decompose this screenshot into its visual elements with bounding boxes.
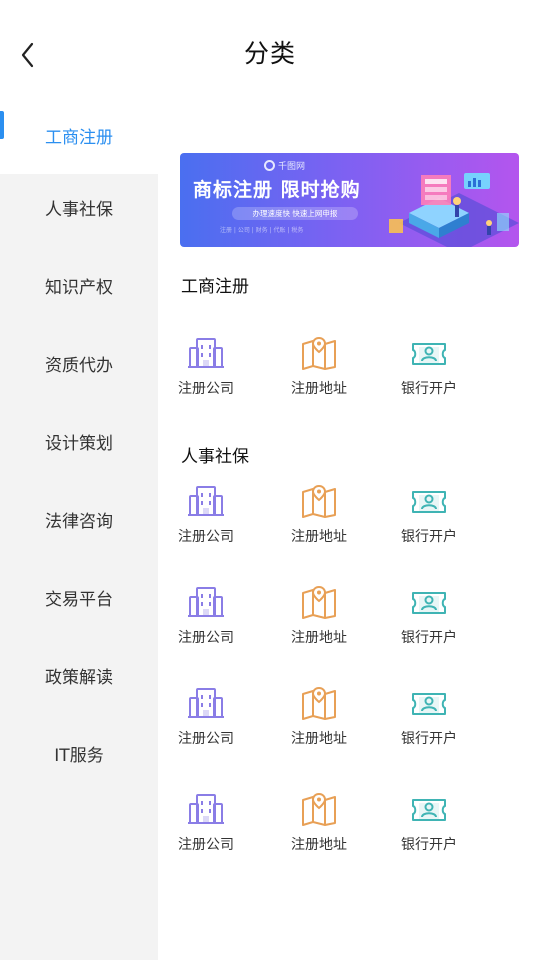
sidebar-item-it-services[interactable]: IT服务 xyxy=(0,714,158,792)
building-icon xyxy=(188,486,224,516)
sidebar-item-trading-platform[interactable]: 交易平台 xyxy=(0,558,158,636)
banner-title: 商标注册 限时抢购 xyxy=(193,179,361,201)
service-item-label: 注册公司 xyxy=(178,630,234,646)
sidebar-item-label: 法律咨询 xyxy=(45,511,113,532)
service-item-company[interactable]: 注册公司 xyxy=(170,686,242,758)
bank-card-icon xyxy=(412,592,446,614)
service-item-label: 注册地址 xyxy=(291,630,347,646)
service-item-address[interactable]: 注册地址 xyxy=(283,484,355,556)
sidebar-item-business-registration[interactable]: 工商注册 xyxy=(0,96,158,174)
sidebar-item-design-planning[interactable]: 设计策划 xyxy=(0,402,158,480)
page-title: 分类 xyxy=(243,39,296,68)
banner-logo: 千图网 xyxy=(264,159,305,172)
service-item-label: 注册公司 xyxy=(178,731,234,747)
service-item-address[interactable]: 注册地址 xyxy=(283,336,355,408)
active-indicator xyxy=(0,111,4,139)
map-pin-icon xyxy=(302,686,336,720)
building-icon xyxy=(188,688,224,718)
sidebar-item-label: 政策解读 xyxy=(45,667,113,688)
banner-subtitle: 办理速度快 快速上网申报 xyxy=(232,207,358,220)
service-item-label: 银行开户 xyxy=(401,630,457,646)
sidebar-item-label: 工商注册 xyxy=(45,127,113,148)
building-icon xyxy=(188,794,224,824)
map-pin-icon xyxy=(302,336,336,370)
service-item-address[interactable]: 注册地址 xyxy=(283,585,355,657)
section-title-business-registration: 工商注册 xyxy=(181,277,249,297)
service-item-address[interactable]: 注册地址 xyxy=(283,792,355,864)
map-pin-icon xyxy=(302,585,336,619)
service-item-label: 注册公司 xyxy=(178,529,234,545)
sidebar-item-qualification-agency[interactable]: 资质代办 xyxy=(0,324,158,402)
sidebar-item-label: IT服务 xyxy=(54,745,104,766)
banner-tags: 注册 | 公司 | 财务 | 代账 | 税务 xyxy=(220,227,304,234)
service-item-company[interactable]: 注册公司 xyxy=(170,484,242,556)
header-bar: 分类 xyxy=(0,0,540,104)
logo-icon xyxy=(264,160,275,171)
banner-logo-text: 千图网 xyxy=(278,162,306,172)
service-item-label: 注册地址 xyxy=(291,837,347,853)
service-item-company[interactable]: 注册公司 xyxy=(170,336,242,408)
service-item-label: 注册地址 xyxy=(291,381,347,397)
building-icon xyxy=(188,338,224,368)
bank-card-icon xyxy=(412,693,446,715)
sidebar-item-label: 知识产权 xyxy=(45,277,113,298)
bank-card-icon xyxy=(412,799,446,821)
sidebar-item-label: 人事社保 xyxy=(45,199,113,220)
sidebar-item-legal-consulting[interactable]: 法律咨询 xyxy=(0,480,158,558)
sidebar-item-label: 交易平台 xyxy=(45,589,113,610)
bank-card-icon xyxy=(412,343,446,365)
service-item-label: 银行开户 xyxy=(401,731,457,747)
service-item-bank[interactable]: 银行开户 xyxy=(393,484,465,556)
service-item-company[interactable]: 注册公司 xyxy=(170,585,242,657)
service-item-bank[interactable]: 银行开户 xyxy=(393,585,465,657)
sidebar-item-label: 资质代办 xyxy=(45,355,113,376)
promo-banner[interactable]: 千图网 商标注册 限时抢购 办理速度快 快速上网申报 注册 | 公司 | 财务 … xyxy=(180,153,519,247)
map-pin-icon xyxy=(302,484,336,518)
service-item-address[interactable]: 注册地址 xyxy=(283,686,355,758)
service-item-label: 注册地址 xyxy=(291,529,347,545)
service-item-company[interactable]: 注册公司 xyxy=(170,792,242,864)
service-item-label: 银行开户 xyxy=(401,837,457,853)
service-item-bank[interactable]: 银行开户 xyxy=(393,336,465,408)
sidebar-item-intellectual-property[interactable]: 知识产权 xyxy=(0,246,158,324)
service-item-label: 注册公司 xyxy=(178,381,234,397)
isometric-illustration xyxy=(389,173,519,247)
service-item-label: 注册地址 xyxy=(291,731,347,747)
sidebar-item-label: 设计策划 xyxy=(45,433,113,454)
service-item-bank[interactable]: 银行开户 xyxy=(393,686,465,758)
section-title-hr-social-security: 人事社保 xyxy=(181,447,249,467)
service-item-label: 银行开户 xyxy=(401,381,457,397)
building-icon xyxy=(188,587,224,617)
category-sidebar: 工商注册 人事社保 知识产权 资质代办 设计策划 法律咨询 交易平台 政策解读 … xyxy=(0,96,158,960)
sidebar-item-hr-social-security[interactable]: 人事社保 xyxy=(0,168,158,246)
sidebar-item-policy-interpretation[interactable]: 政策解读 xyxy=(0,636,158,714)
service-item-bank[interactable]: 银行开户 xyxy=(393,792,465,864)
map-pin-icon xyxy=(302,792,336,826)
service-item-label: 银行开户 xyxy=(401,529,457,545)
service-item-label: 注册公司 xyxy=(178,837,234,853)
bank-card-icon xyxy=(412,491,446,513)
